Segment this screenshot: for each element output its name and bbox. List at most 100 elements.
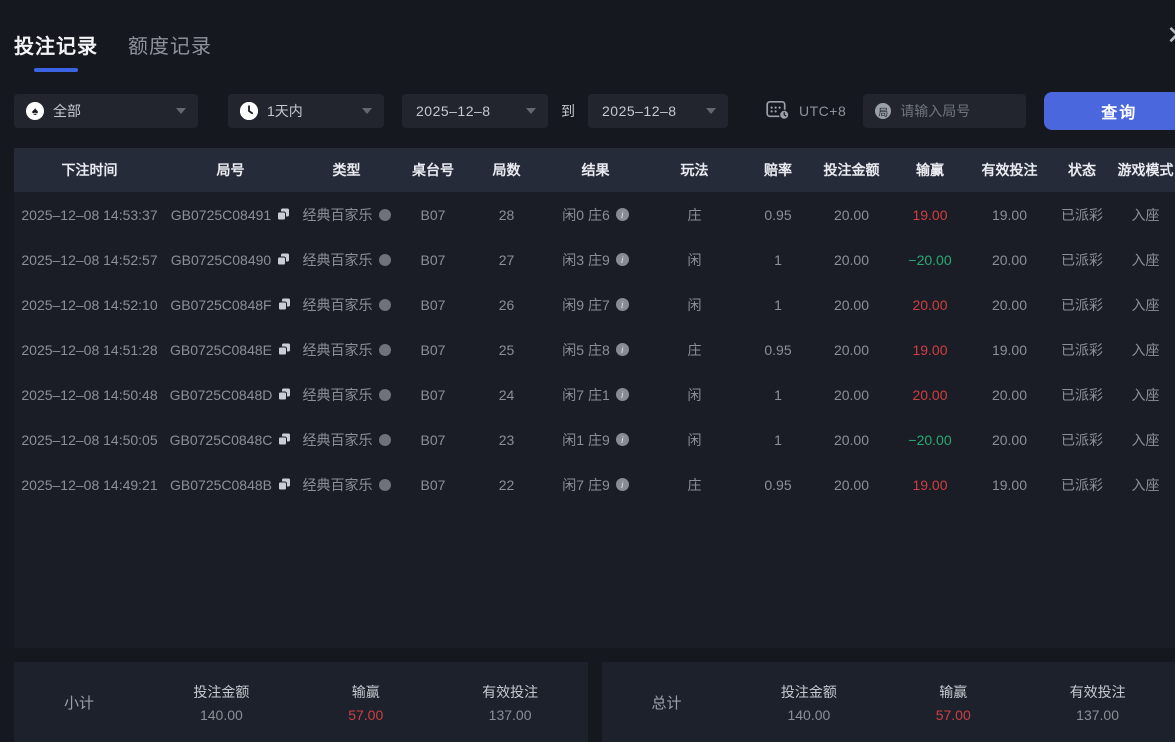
table-row[interactable]: 2025–12–08 14:52:10 GB0725C0848F 经典百家乐 B… [14,282,1175,327]
cell-play: 庄 [647,475,742,495]
tab-quota-records[interactable]: 额度记录 [128,30,212,72]
cell-result: 闲7 庄1 i [544,385,647,405]
summary-stat-label: 有效投注 [482,682,538,702]
info-icon[interactable]: i [616,298,629,311]
copy-icon[interactable] [278,388,291,401]
cell-win-loss: −20.00 [889,252,971,268]
info-icon[interactable]: i [616,343,629,356]
table-row[interactable]: 2025–12–08 14:52:57 GB0725C08490 经典百家乐 B… [14,237,1175,282]
timezone-indicator[interactable]: UTC+8 [766,99,846,123]
summary-stat: 有效投注 137.00 [1070,682,1126,723]
cell-play: 庄 [647,340,742,360]
cell-result: 闲0 庄6 i [544,205,647,225]
cell-result: 闲1 庄9 i [544,430,647,450]
tab-bet-records[interactable]: 投注记录 [14,30,98,72]
tab-bar: 投注记录 额度记录 [14,30,212,72]
summary-panel-label: 小计 [64,692,144,713]
cell-status: 已派彩 [1048,385,1116,405]
cell-bet-amount: 20.00 [814,387,889,403]
game-type-dot-icon[interactable] [379,209,391,221]
chevron-down-icon [526,108,536,114]
copy-icon[interactable] [278,478,291,491]
copy-icon[interactable] [277,208,290,221]
copy-icon[interactable] [278,343,291,356]
cell-status: 已派彩 [1048,205,1116,225]
filter-bar: ♠ 全部 1天内 2025–12–8 到 2025–12–8 UTC+8 局 [14,94,1175,128]
date-from-picker[interactable]: 2025–12–8 [402,94,548,128]
cell-round-id: GB0725C08491 [165,207,296,223]
game-type-dot-icon[interactable] [379,344,391,356]
close-icon[interactable]: ✕ [1166,22,1175,48]
cell-valid-bet: 20.00 [971,252,1048,268]
cell-table-no: B07 [397,477,469,493]
game-type-dropdown[interactable]: ♠ 全部 [14,94,198,128]
summary-stats: 投注金额 140.00 输赢 57.00 有效投注 137.00 [144,682,588,723]
tab-bet-records-label: 投注记录 [14,30,98,59]
cell-game-mode: 入座 [1116,340,1175,360]
cell-win-loss: −20.00 [889,432,971,448]
info-icon[interactable]: i [616,478,629,491]
cell-table-no: B07 [397,387,469,403]
cell-bet-time: 2025–12–08 14:49:21 [14,477,165,493]
column-header: 赔率 [742,160,814,180]
cell-result: 闲3 庄9 i [544,250,647,270]
summary-panel-label: 总计 [652,692,732,713]
chevron-down-icon [362,108,372,114]
copy-icon[interactable] [278,433,291,446]
table-header: 下注时间局号类型桌台号局数结果玩法赔率投注金额输赢有效投注状态游戏模式 [14,148,1175,192]
cell-win-loss: 19.00 [889,477,971,493]
game-type-dot-icon[interactable] [379,299,391,311]
table-row[interactable]: 2025–12–08 14:53:37 GB0725C08491 经典百家乐 B… [14,192,1175,237]
column-header: 桌台号 [397,160,469,180]
copy-icon[interactable] [278,298,291,311]
round-icon: 局 [875,103,891,119]
cell-bet-time: 2025–12–08 14:50:05 [14,432,165,448]
date-to-picker[interactable]: 2025–12–8 [588,94,728,128]
summary-stat-value: 140.00 [781,707,837,723]
table-row[interactable]: 2025–12–08 14:50:05 GB0725C0848C 经典百家乐 B… [14,417,1175,462]
cell-table-no: B07 [397,342,469,358]
cell-bet-time: 2025–12–08 14:52:57 [14,252,165,268]
cell-game-mode: 入座 [1116,295,1175,315]
cell-play: 闲 [647,250,742,270]
cell-valid-bet: 19.00 [971,207,1048,223]
cell-game-mode: 入座 [1116,205,1175,225]
cell-game-type: 经典百家乐 [296,205,397,225]
cell-game-type: 经典百家乐 [296,295,397,315]
cell-game-mode: 入座 [1116,385,1175,405]
table-row[interactable]: 2025–12–08 14:51:28 GB0725C0848E 经典百家乐 B… [14,327,1175,372]
info-icon[interactable]: i [616,208,629,221]
game-type-dot-icon[interactable] [379,479,391,491]
cell-win-loss: 19.00 [889,207,971,223]
calendar-clock-icon [766,99,790,123]
cell-status: 已派彩 [1048,250,1116,270]
copy-icon[interactable] [277,253,290,266]
game-type-dot-icon[interactable] [379,434,391,446]
spade-icon: ♠ [26,102,44,120]
info-icon[interactable]: i [616,253,629,266]
cell-bet-time: 2025–12–08 14:50:48 [14,387,165,403]
query-button[interactable]: 查询 [1044,92,1175,130]
cell-odds: 1 [742,432,814,448]
time-range-dropdown[interactable]: 1天内 [228,94,384,128]
cell-round-no: 24 [469,387,544,403]
cell-round-id: GB0725C0848F [165,297,296,313]
game-type-dot-icon[interactable] [379,254,391,266]
info-icon[interactable]: i [616,388,629,401]
game-type-dot-icon[interactable] [379,389,391,401]
cell-bet-time: 2025–12–08 14:53:37 [14,207,165,223]
table-body: 2025–12–08 14:53:37 GB0725C08491 经典百家乐 B… [14,192,1175,648]
time-range-value: 1天内 [267,101,303,121]
cell-status: 已派彩 [1048,340,1116,360]
column-header: 下注时间 [14,160,165,180]
table-row[interactable]: 2025–12–08 14:50:48 GB0725C0848D 经典百家乐 B… [14,372,1175,417]
cell-round-no: 26 [469,297,544,313]
date-range-to-label: 到 [561,101,575,121]
cell-valid-bet: 19.00 [971,342,1048,358]
date-to-value: 2025–12–8 [602,103,677,119]
clock-icon [240,102,258,120]
table-row[interactable]: 2025–12–08 14:49:21 GB0725C0848B 经典百家乐 B… [14,462,1175,507]
info-icon[interactable]: i [616,433,629,446]
cell-win-loss: 20.00 [889,297,971,313]
round-search-input[interactable] [900,103,1014,119]
